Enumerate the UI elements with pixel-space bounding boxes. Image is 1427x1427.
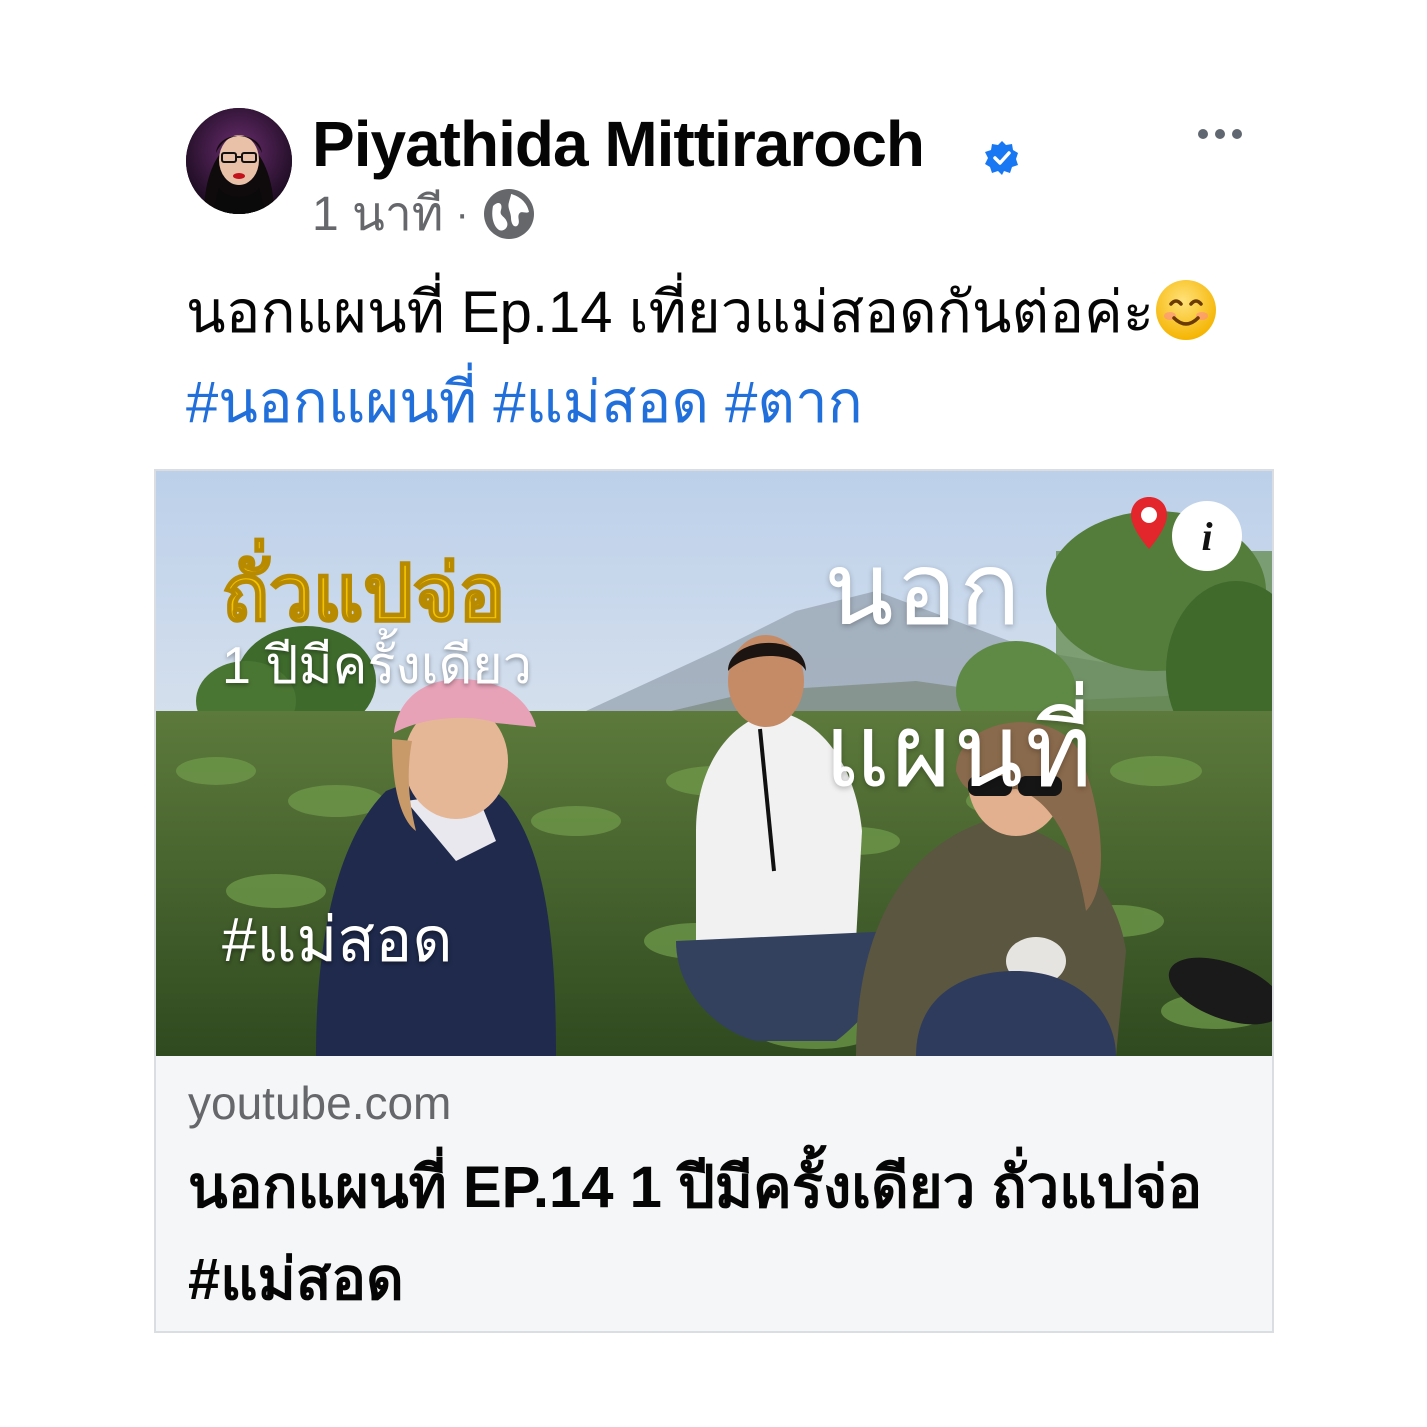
link-preview-card[interactable]: ถั่วแปจ่อ 1 ปีมีครั้งเดียว #แม่สอด นอกแผ…	[154, 469, 1274, 1333]
thumbnail-hashtag: #แม่สอด	[222, 906, 453, 975]
author-name[interactable]: Piyathida Mittiraroch	[312, 106, 925, 182]
hashtag-link[interactable]: #ตาก	[725, 370, 863, 435]
thumbnail-subtitle: 1 ปีมีครั้งเดียว	[222, 637, 532, 695]
smiling-face-emoji-icon	[1156, 280, 1216, 340]
info-button[interactable]: i	[1172, 501, 1242, 571]
globe-icon[interactable]	[481, 186, 537, 242]
map-pin-icon	[1131, 497, 1167, 549]
link-title[interactable]: นอกแผนที่ EP.14 1 ปีมีครั้งเดียว ถั่วแปจ…	[188, 1142, 1238, 1326]
post-message: นอกแผนที่ Ep.14 เที่ยวแม่สอดกันต่อค่ะ	[186, 280, 1154, 345]
post-time[interactable]: 1 นาที	[312, 176, 443, 252]
hashtag-link[interactable]: #แม่สอด	[493, 370, 709, 435]
post-text: นอกแผนที่ Ep.14 เที่ยวแม่สอดกันต่อค่ะ #น…	[186, 268, 1246, 448]
more-dot	[1215, 129, 1225, 139]
more-dot	[1198, 129, 1208, 139]
avatar[interactable]	[186, 108, 292, 214]
post-meta: 1 นาที ·	[312, 186, 537, 242]
meta-separator: ·	[455, 191, 469, 236]
link-domain: youtube.com	[188, 1077, 452, 1129]
avatar-image	[186, 108, 292, 214]
link-card-body: youtube.com นอกแผนที่ EP.14 1 ปีมีครั้งเ…	[156, 1056, 1272, 1331]
more-dot	[1232, 129, 1242, 139]
verified-badge-icon	[985, 141, 1018, 175]
video-thumbnail[interactable]: ถั่วแปจ่อ 1 ปีมีครั้งเดียว #แม่สอด นอกแผ…	[156, 471, 1272, 1056]
more-options-icon[interactable]	[1190, 112, 1250, 156]
hashtag-link[interactable]: #นอกแผนที่	[186, 370, 477, 435]
